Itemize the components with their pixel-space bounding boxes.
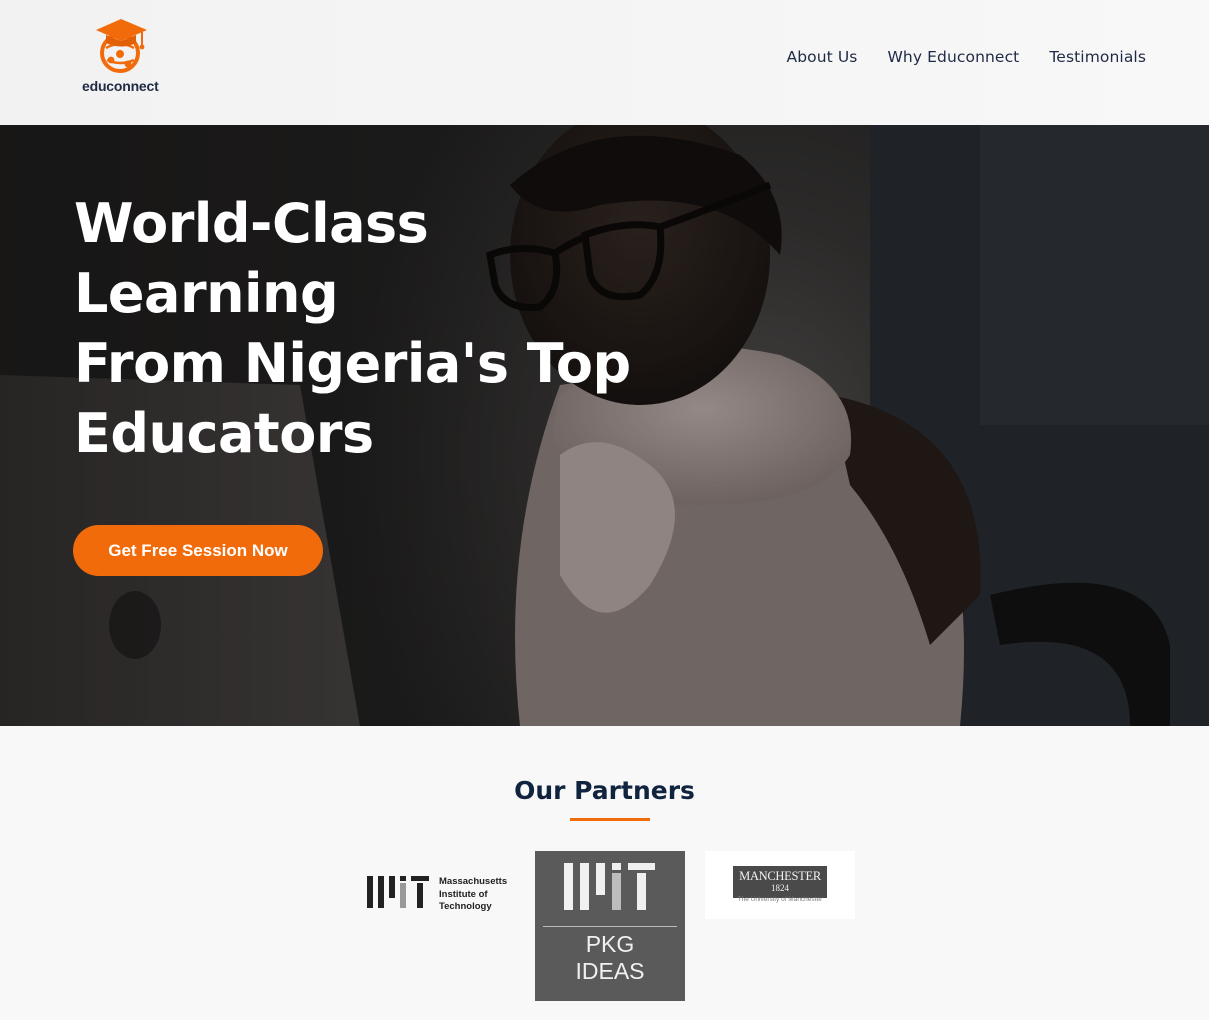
partner-logo-mit-pkg[interactable]: PKG IDEAS <box>535 851 685 1001</box>
mit-wordmark-line: Massachusetts <box>439 876 508 887</box>
nav-about-us[interactable]: About Us <box>786 48 857 66</box>
hero-heading-line: World-Class <box>74 192 429 255</box>
manchester-plate: MANCHESTER 1824 <box>733 866 827 898</box>
manchester-subtitle: The University of Manchester <box>737 896 823 903</box>
mit-wordmark-line: Institute of <box>439 888 488 900</box>
mit-wordmark-line: Technology <box>439 901 492 912</box>
get-free-session-button[interactable]: Get Free Session Now <box>73 525 323 576</box>
partners-section: Our Partners Massachusetts Institute of … <box>0 726 1209 1020</box>
mit-wordmark: Massachusetts Institute of Technology <box>439 876 507 914</box>
brand-name: educonnect <box>82 78 159 94</box>
pkg-text-line: PKG <box>585 931 635 957</box>
hero-heading-line: From Nigeria's Top <box>74 332 631 395</box>
pkg-ideas-text: PKG IDEAS <box>535 931 685 985</box>
hero-heading: World-Class Learning From Nigeria's Top … <box>74 189 694 469</box>
hero-heading-line: Educators <box>74 402 374 465</box>
hero-heading-line: Learning <box>74 262 339 325</box>
hero-section: World-Class Learning From Nigeria's Top … <box>0 125 1209 726</box>
manchester-name: MANCHESTER <box>739 869 821 883</box>
site-header: educonnect About Us Why Educonnect Testi… <box>0 0 1209 125</box>
pkg-text-line: IDEAS <box>575 958 645 984</box>
main-nav: About Us Why Educonnect Testimonials <box>786 48 1146 66</box>
partner-logo-manchester[interactable]: MANCHESTER 1824 The University of Manche… <box>705 851 855 919</box>
nav-testimonials[interactable]: Testimonials <box>1049 48 1146 66</box>
partner-logo-mit[interactable]: Massachusetts Institute of Technology <box>365 872 525 916</box>
mit-logo-icon <box>367 876 429 908</box>
graduation-cap-globe-icon <box>96 19 147 73</box>
heading-underline <box>570 818 650 821</box>
mit-logo-icon <box>564 863 655 910</box>
partners-heading: Our Partners <box>514 776 695 805</box>
nav-why-educonnect[interactable]: Why Educonnect <box>887 48 1019 66</box>
divider <box>543 926 677 927</box>
manchester-year: 1824 <box>771 883 789 893</box>
logo-link[interactable]: educonnect <box>80 16 170 100</box>
